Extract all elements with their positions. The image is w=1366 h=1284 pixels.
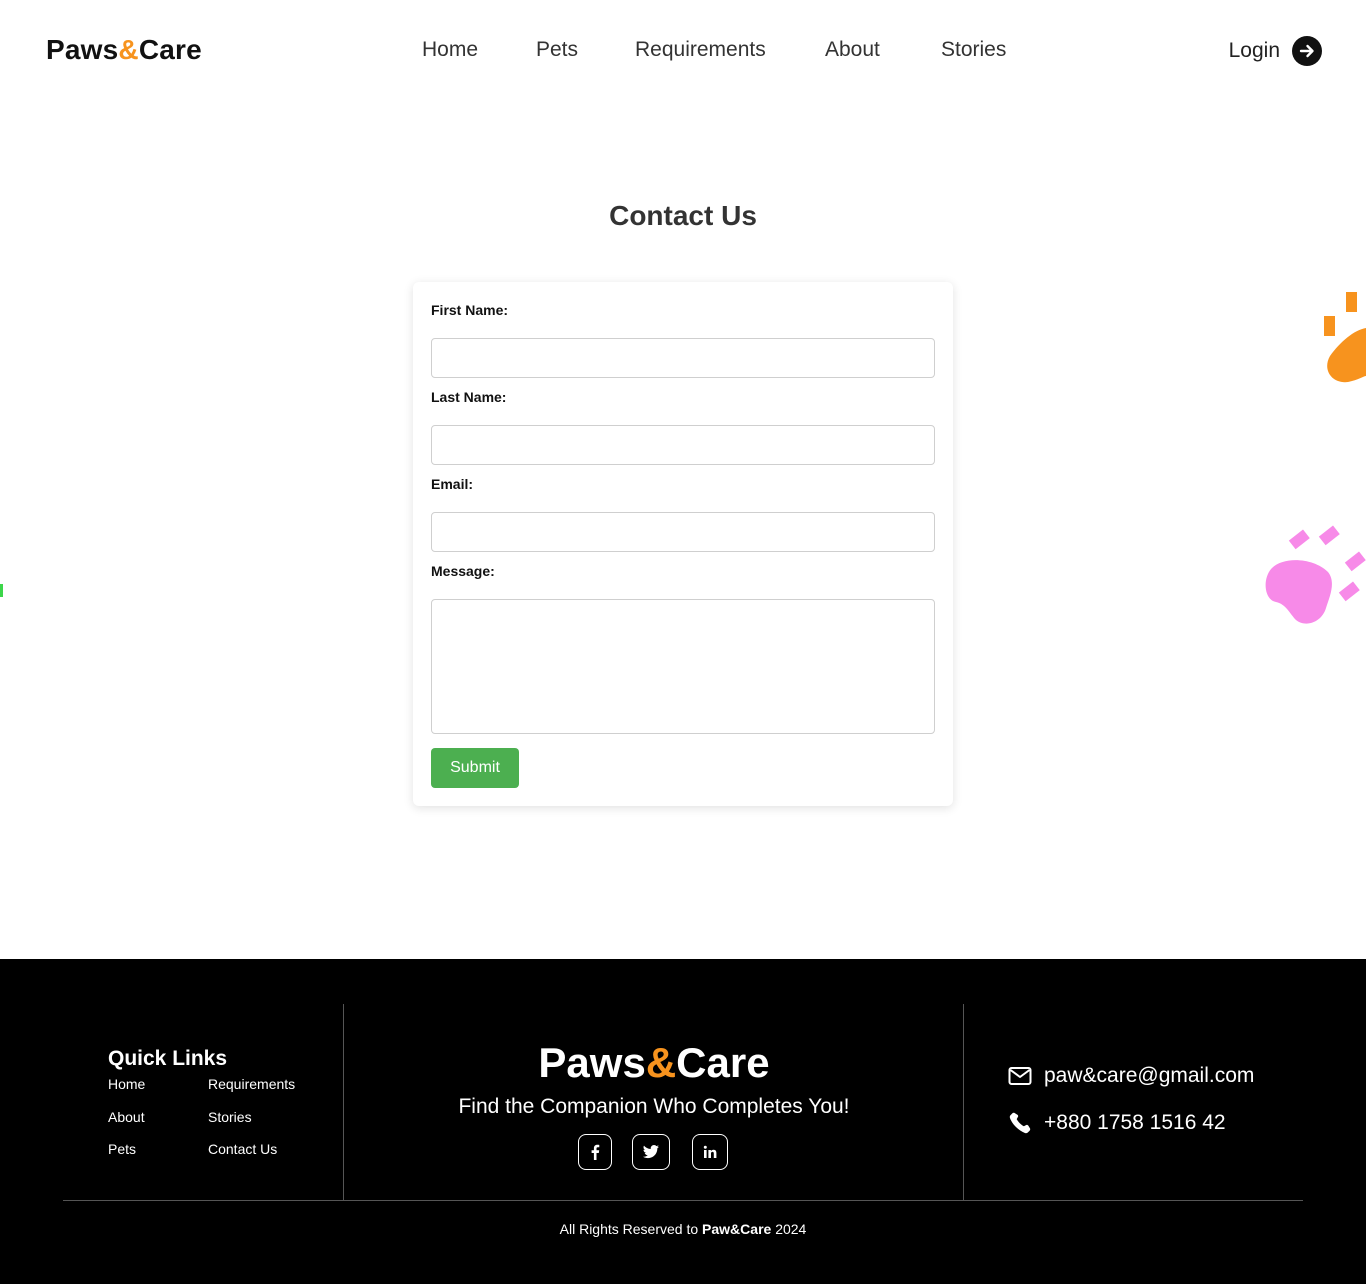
linkedin-icon <box>703 1145 717 1158</box>
footer-link-stories[interactable]: Stories <box>208 1109 252 1125</box>
email-text: paw&care@gmail.com <box>1044 1064 1255 1087</box>
copyright-prefix: All Rights Reserved to <box>559 1221 703 1237</box>
page-title: Contact Us <box>609 200 757 231</box>
footer-divider-bottom <box>63 1200 1303 1201</box>
facebook-button[interactable] <box>578 1134 612 1170</box>
email-label: Email: <box>431 476 474 492</box>
submit-button[interactable]: Submit <box>431 748 519 788</box>
quick-links-title: Quick Links <box>108 1047 228 1070</box>
phone-icon <box>1009 1112 1031 1134</box>
logo-part-2: Care <box>138 34 202 65</box>
footer-logo[interactable]: Paws&Care <box>344 1039 964 1087</box>
twitter-button[interactable] <box>632 1134 670 1170</box>
footer-link-about[interactable]: About <box>108 1109 145 1125</box>
footer-logo-part-2: Care <box>676 1039 770 1086</box>
footer-tagline: Find the Companion Who Completes You! <box>458 1095 850 1118</box>
copyright: All Rights Reserved to Paw&Care 2024 <box>0 1221 1366 1237</box>
nav-requirements[interactable]: Requirements <box>635 38 766 62</box>
logo-ampersand: & <box>118 34 139 65</box>
green-paw-fragment-icon <box>0 584 3 597</box>
contact-form: First Name: Last Name: Email: Message: S… <box>413 282 953 806</box>
copyright-brand: Paw&Care <box>702 1221 772 1237</box>
message-label: Message: <box>431 563 495 579</box>
message-textarea[interactable] <box>431 599 935 734</box>
last-name-label: Last Name: <box>431 389 507 405</box>
footer-logo-part-1: Paws <box>538 1039 646 1086</box>
facebook-icon <box>591 1144 600 1160</box>
first-name-label: First Name: <box>431 302 509 318</box>
orange-paw-icon <box>1324 292 1366 383</box>
site-footer: Quick Links Home Requirements About Stor… <box>0 959 1366 1284</box>
nav-home[interactable]: Home <box>422 38 478 62</box>
phone-text: +880 1758 1516 42 <box>1044 1111 1226 1134</box>
last-name-input[interactable] <box>431 425 935 465</box>
twitter-icon <box>643 1145 659 1159</box>
nav-about[interactable]: About <box>825 38 880 62</box>
nav-pets[interactable]: Pets <box>536 38 578 62</box>
site-header: Paws&Care Home Pets Requirements About S… <box>0 0 1366 100</box>
nav-stories[interactable]: Stories <box>941 38 1006 62</box>
login-label: Login <box>1228 39 1280 62</box>
footer-link-pets[interactable]: Pets <box>108 1141 136 1157</box>
footer-email[interactable]: paw&care@gmail.com <box>1008 1064 1254 1088</box>
site-logo[interactable]: Paws&Care <box>46 34 202 66</box>
footer-link-contact[interactable]: Contact Us <box>208 1141 277 1157</box>
login-button[interactable]: Login <box>1229 36 1322 66</box>
logo-part-1: Paws <box>46 34 119 65</box>
copyright-year: 2024 <box>771 1221 807 1237</box>
first-name-input[interactable] <box>431 338 935 378</box>
envelope-icon <box>1008 1067 1032 1085</box>
footer-link-home[interactable]: Home <box>108 1076 145 1092</box>
arrow-right-icon <box>1292 36 1322 66</box>
linkedin-button[interactable] <box>692 1134 728 1170</box>
footer-logo-ampersand: & <box>645 1039 677 1086</box>
email-input[interactable] <box>431 512 935 552</box>
footer-link-requirements[interactable]: Requirements <box>208 1076 295 1092</box>
footer-phone[interactable]: +880 1758 1516 42 <box>1008 1111 1226 1135</box>
pink-paw-icon <box>1265 525 1366 624</box>
